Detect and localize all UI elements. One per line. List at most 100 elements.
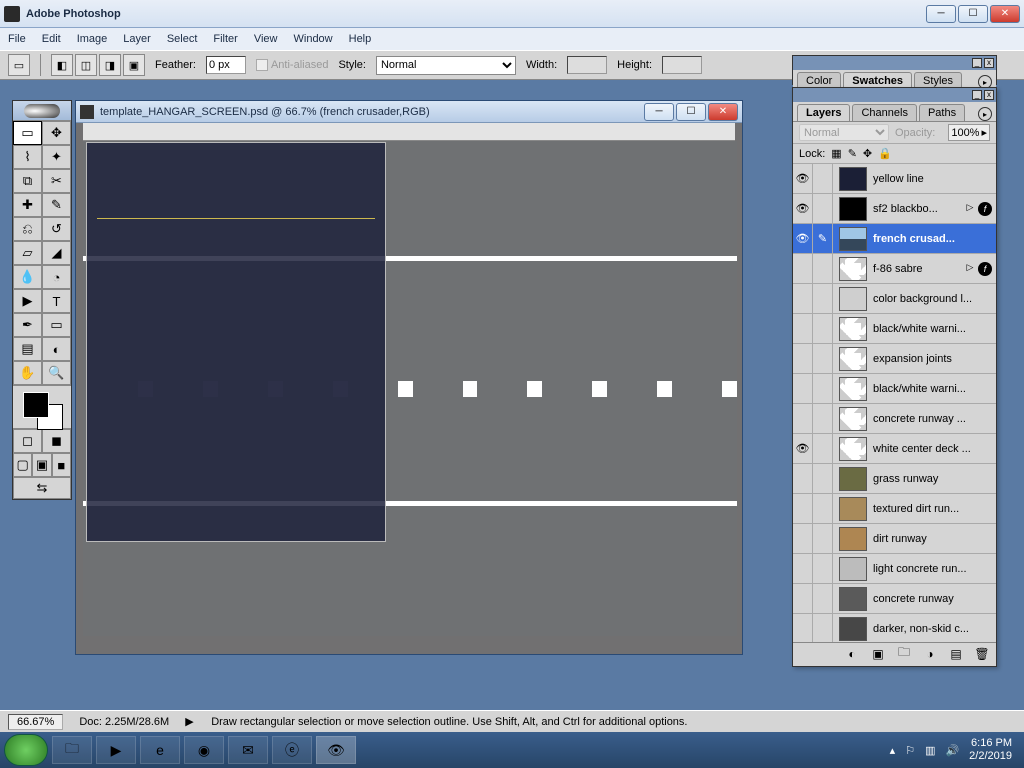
layer-style-icon[interactable]: ◐ [844,646,860,662]
layer-row[interactable]: concrete runway [793,584,996,614]
layer-effects[interactable]: ▷f [960,262,996,276]
type-tool[interactable]: T [42,289,71,313]
blend-mode-select[interactable]: Normal [799,124,889,141]
visibility-toggle[interactable]: 👁 [793,194,813,224]
lock-transparency-icon[interactable]: ▦ [831,147,841,160]
close-button[interactable]: ✕ [990,5,1020,23]
layer-name[interactable]: concrete runway ... [873,413,996,425]
selection-overlay[interactable] [86,142,386,542]
link-toggle[interactable] [813,254,833,284]
panel-close-icon[interactable]: x [984,90,994,100]
link-toggle[interactable] [813,614,833,643]
move-tool[interactable]: ✥ [42,121,71,145]
wand-tool[interactable]: ✦ [42,145,71,169]
eyedropper-tool[interactable]: ◐ [42,337,71,361]
layer-row[interactable]: expansion joints [793,344,996,374]
brush-tool[interactable]: ✎ [42,193,71,217]
visibility-toggle[interactable] [793,284,813,314]
new-set-icon[interactable]: 🗀 [896,646,912,662]
panel-minimize-icon[interactable]: _ [972,58,982,68]
menu-help[interactable]: Help [349,33,372,45]
doc-info[interactable]: Doc: 2.25M/28.6M [79,716,169,728]
notes-tool[interactable]: ▤ [13,337,42,361]
new-adjustment-icon[interactable]: ◑ [922,646,938,662]
layer-thumbnail[interactable] [839,437,867,461]
layer-thumbnail[interactable] [839,317,867,341]
layer-name[interactable]: black/white warni... [873,323,996,335]
tray-network-icon[interactable]: ▥ [925,744,935,757]
visibility-toggle[interactable] [793,614,813,643]
visibility-toggle[interactable] [793,344,813,374]
tab-paths[interactable]: Paths [919,104,965,121]
layer-row[interactable]: f-86 sabre▷f [793,254,996,284]
tray-flag-icon[interactable]: ⚐ [905,744,915,757]
layer-name[interactable]: textured dirt run... [873,503,996,515]
visibility-toggle[interactable]: 👁 [793,434,813,464]
doc-maximize-button[interactable]: ☐ [676,103,706,121]
link-toggle[interactable] [813,314,833,344]
lock-paint-icon[interactable]: ✎ [848,147,857,160]
layer-thumbnail[interactable] [839,557,867,581]
link-toggle[interactable] [813,194,833,224]
fx-icon[interactable]: f [978,262,992,276]
screenmode-standard[interactable]: ▢ [13,453,32,477]
foreground-color-swatch[interactable] [23,392,49,418]
toolbox-header[interactable] [13,101,71,121]
taskbar-explorer-icon[interactable]: 🗀 [52,736,92,764]
shape-tool[interactable]: ▭ [42,313,71,337]
taskbar-photoshop-icon[interactable]: 👁 [316,736,356,764]
layer-thumbnail[interactable] [839,467,867,491]
delete-layer-icon[interactable]: 🗑 [974,646,990,662]
tray-up-icon[interactable]: ▴ [890,744,896,757]
blur-tool[interactable]: 💧 [13,265,42,289]
screenmode-full-menus[interactable]: ▣ [32,453,51,477]
layer-thumbnail[interactable] [839,527,867,551]
status-arrow-icon[interactable]: ▶ [185,715,195,728]
new-layer-icon[interactable]: ▤ [948,646,964,662]
taskbar-media-icon[interactable]: ▶ [96,736,136,764]
crop-tool[interactable]: ⧉ [13,169,42,193]
color-swatches[interactable] [13,385,71,429]
layer-thumbnail[interactable] [839,287,867,311]
maximize-button[interactable]: ☐ [958,5,988,23]
selection-add-icon[interactable]: ◫ [75,54,97,76]
layer-row[interactable]: darker, non-skid c... [793,614,996,642]
layer-thumbnail[interactable] [839,377,867,401]
link-toggle[interactable] [813,554,833,584]
history-brush-tool[interactable]: ↺ [42,217,71,241]
panel-minimize-icon[interactable]: _ [972,90,982,100]
minimize-button[interactable]: ─ [926,5,956,23]
layer-thumbnail[interactable] [839,617,867,641]
tool-indicator-icon[interactable]: ▭ [8,54,30,76]
opacity-input[interactable]: 100%▸ [948,124,990,141]
screenmode-full[interactable]: ■ [52,453,71,477]
layer-thumbnail[interactable] [839,347,867,371]
layer-mask-icon[interactable]: ▣ [870,646,886,662]
system-tray[interactable]: ▴ ⚐ ▥ 🔊 6:16 PM 2/2/2019 [882,737,1020,763]
menu-view[interactable]: View [254,33,278,45]
layer-name[interactable]: sf2 blackbo... [873,203,960,215]
marquee-tool[interactable]: ▭ [13,121,42,145]
ruler-horizontal[interactable] [83,123,735,141]
layer-row[interactable]: concrete runway ... [793,404,996,434]
quickmask-off[interactable]: ◻ [13,429,42,453]
layer-name[interactable]: expansion joints [873,353,996,365]
tab-channels[interactable]: Channels [852,104,916,121]
slice-tool[interactable]: ✂ [42,169,71,193]
lock-position-icon[interactable]: ✥ [863,147,872,160]
doc-minimize-button[interactable]: ─ [644,103,674,121]
document-titlebar[interactable]: template_HANGAR_SCREEN.psd @ 66.7% (fren… [76,101,742,123]
layer-thumbnail[interactable] [839,407,867,431]
stamp-tool[interactable]: ⎌ [13,217,42,241]
dodge-tool[interactable]: ◔ [42,265,71,289]
link-toggle[interactable]: ✎ [813,224,833,254]
visibility-toggle[interactable] [793,374,813,404]
tray-volume-icon[interactable]: 🔊 [945,744,959,757]
layer-row[interactable]: 👁sf2 blackbo...▷f [793,194,996,224]
layer-thumbnail[interactable] [839,587,867,611]
selection-subtract-icon[interactable]: ◨ [99,54,121,76]
layer-name[interactable]: yellow line [873,173,996,185]
layer-row[interactable]: 👁✎french crusad... [793,224,996,254]
layer-row[interactable]: light concrete run... [793,554,996,584]
imageready-jump[interactable]: ⇆ [13,477,71,499]
